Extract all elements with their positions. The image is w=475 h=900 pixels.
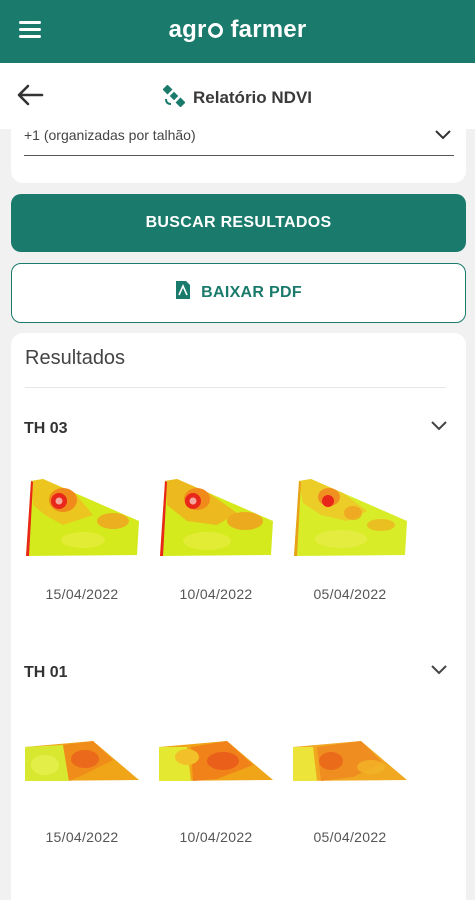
search-results-button[interactable]: BUSCAR RESULTADOS bbox=[11, 194, 466, 252]
ndvi-map-thumbnail[interactable] bbox=[157, 475, 275, 557]
chevron-down-icon[interactable] bbox=[430, 419, 448, 433]
plots-select[interactable]: +1 (organizadas por talhão) bbox=[24, 126, 454, 156]
ndvi-map-thumbnail[interactable] bbox=[291, 475, 409, 557]
chevron-down-icon[interactable] bbox=[430, 663, 448, 677]
chevron-down-icon bbox=[435, 130, 451, 140]
ndvi-map-thumbnail[interactable] bbox=[291, 735, 409, 817]
divider bbox=[25, 387, 446, 388]
ndvi-map-thumbnail[interactable] bbox=[157, 735, 275, 817]
pdf-file-icon bbox=[176, 281, 191, 299]
ndvi-map-thumbnail[interactable] bbox=[23, 475, 141, 557]
download-pdf-button[interactable]: BAIXAR PDF bbox=[11, 263, 466, 323]
ndvi-map-thumbnail[interactable] bbox=[23, 735, 141, 817]
image-date: 10/04/2022 bbox=[179, 586, 253, 602]
plots-select-value: +1 (organizadas por talhão) bbox=[24, 127, 196, 143]
image-date: 05/04/2022 bbox=[313, 586, 387, 602]
results-title: Resultados bbox=[25, 347, 126, 369]
group-title-th03: TH 03 bbox=[24, 420, 68, 437]
image-date: 05/04/2022 bbox=[313, 829, 387, 845]
image-date: 10/04/2022 bbox=[179, 829, 253, 845]
satellite-icon bbox=[162, 85, 185, 107]
app-bar: agr farmer bbox=[0, 0, 475, 63]
page-title: Relatório NDVI bbox=[0, 85, 475, 108]
filter-card: +1 (organizadas por talhão) bbox=[11, 110, 466, 183]
image-date: 15/04/2022 bbox=[45, 829, 119, 845]
image-date: 15/04/2022 bbox=[45, 586, 119, 602]
brand-logo: agr farmer bbox=[168, 16, 307, 43]
leaf-icon bbox=[207, 23, 223, 38]
group-title-th01: TH 01 bbox=[24, 664, 68, 681]
